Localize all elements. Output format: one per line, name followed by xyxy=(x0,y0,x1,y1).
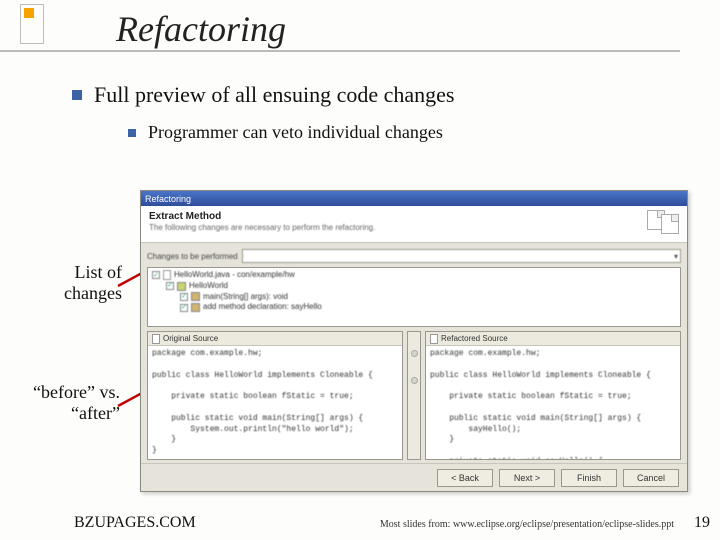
callout-list: List of changes xyxy=(30,262,122,303)
pane-header: Refactored Source xyxy=(441,334,508,343)
bullet-icon xyxy=(72,90,82,100)
callout-diff: “before” vs. “after” xyxy=(0,382,120,423)
next-button[interactable]: Next > xyxy=(499,469,555,487)
tree-item[interactable]: main(String[] args): void xyxy=(203,292,288,303)
file-icon xyxy=(152,334,160,344)
page-number: 19 xyxy=(694,514,710,532)
footer-left: BZUPAGES.COM xyxy=(74,514,196,532)
file-combo[interactable] xyxy=(242,249,681,263)
code-before[interactable]: package com.example.hw; public class Hel… xyxy=(148,346,402,459)
method-icon xyxy=(191,303,200,312)
class-icon xyxy=(177,282,186,291)
file-icon xyxy=(430,334,438,344)
checkbox-icon[interactable]: ✓ xyxy=(180,293,188,301)
refactoring-dialog: Refactoring Extract Method The following… xyxy=(140,190,688,492)
refactored-source-pane: Refactored Source package com.example.hw… xyxy=(425,331,681,460)
diff-gutter xyxy=(407,331,421,460)
dialog-header-subtitle: The following changes are necessary to p… xyxy=(149,223,375,233)
cancel-button[interactable]: Cancel xyxy=(623,469,679,487)
back-button[interactable]: < Back xyxy=(437,469,493,487)
original-source-pane: Original Source package com.example.hw; … xyxy=(147,331,403,460)
checkbox-icon[interactable]: ✓ xyxy=(180,304,188,312)
bullet-main: Full preview of all ensuing code changes xyxy=(94,82,454,108)
pane-header: Original Source xyxy=(163,334,218,343)
title-underline xyxy=(0,50,680,52)
changes-label: Changes to be performed xyxy=(147,252,238,261)
title-accent-icon xyxy=(20,4,44,44)
dialog-header-title: Extract Method xyxy=(149,210,375,223)
changes-tree[interactable]: ✓HelloWorld.java - con/example/hw ✓Hello… xyxy=(147,267,681,327)
diff-link-icon xyxy=(411,350,418,357)
tree-item[interactable]: add method declaration: sayHello xyxy=(203,302,322,313)
document-icon xyxy=(661,214,679,234)
checkbox-icon[interactable]: ✓ xyxy=(152,271,160,279)
diff-link-icon xyxy=(411,377,418,384)
code-after[interactable]: package com.example.hw; public class Hel… xyxy=(426,346,680,459)
bullet-sub: Programmer can veto individual changes xyxy=(148,122,443,143)
checkbox-icon[interactable]: ✓ xyxy=(166,282,174,290)
dialog-window-title: Refactoring xyxy=(145,194,191,204)
bullet-icon xyxy=(128,129,136,137)
tree-item[interactable]: HelloWorld.java - con/example/hw xyxy=(174,270,295,281)
tree-item[interactable]: HelloWorld xyxy=(189,281,228,292)
dialog-titlebar[interactable]: Refactoring xyxy=(141,191,687,206)
footer-right: Most slides from: www.eclipse.org/eclips… xyxy=(380,519,674,530)
slide-title: Refactoring xyxy=(116,8,286,50)
method-icon xyxy=(191,292,200,301)
finish-button[interactable]: Finish xyxy=(561,469,617,487)
file-icon xyxy=(163,270,171,280)
